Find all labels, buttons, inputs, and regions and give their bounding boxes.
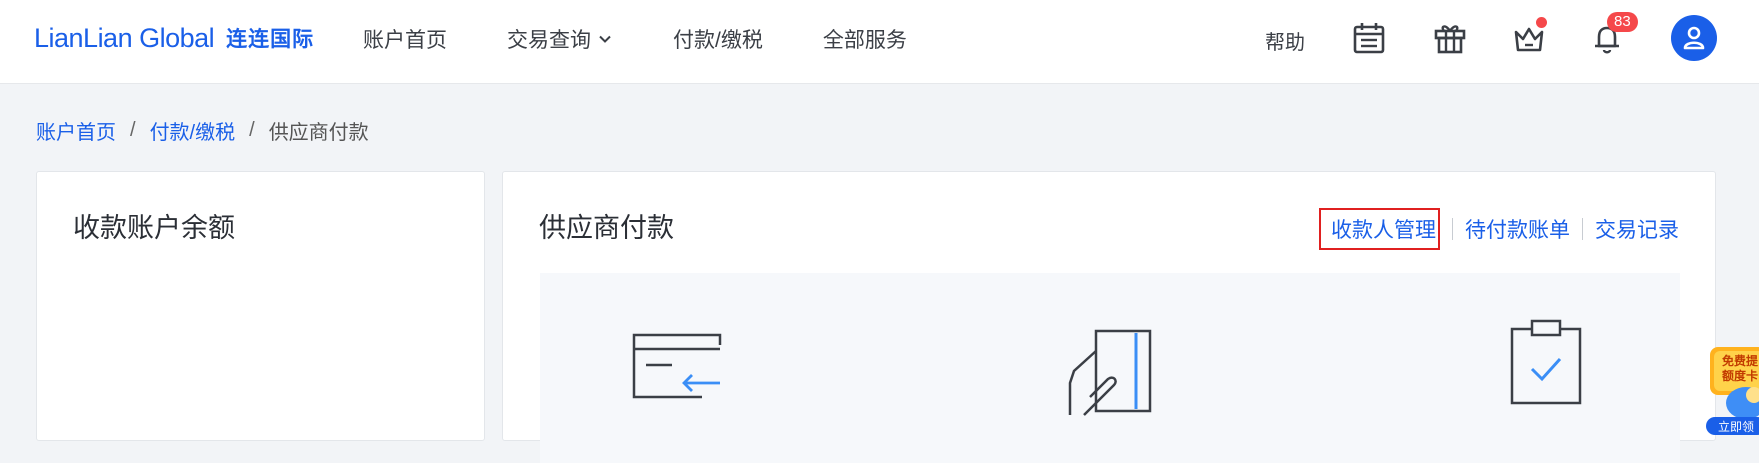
promo-line-3: 立即领 bbox=[1718, 420, 1755, 434]
main-nav: 账户首页 交易查询 付款/缴税 全部服务 bbox=[363, 22, 967, 56]
brand-name-cn: 连连国际 bbox=[226, 28, 315, 51]
promo-float-widget[interactable]: 免费提 额度卡 立即领 bbox=[1706, 345, 1759, 435]
clipboard-check-icon[interactable] bbox=[1506, 317, 1586, 407]
header-tools: 帮助 83 bbox=[1239, 0, 1759, 84]
nav-item-label: 交易查询 bbox=[507, 29, 591, 52]
top-navigation-bar: LianLian Global 连连国际 账户首页 交易查询 付款/缴税 全部服… bbox=[0, 0, 1759, 84]
payee-management-link[interactable]: 收款人管理 bbox=[1319, 208, 1440, 250]
supplier-payment-title: 供应商付款 bbox=[539, 213, 674, 243]
breadcrumb-separator: / bbox=[249, 119, 255, 141]
card-hand-icon[interactable] bbox=[1064, 327, 1156, 417]
gift-icon[interactable] bbox=[1432, 20, 1468, 56]
nav-item-payment-tax[interactable]: 付款/缴税 bbox=[673, 24, 763, 54]
nav-item-account-home[interactable]: 账户首页 bbox=[363, 24, 447, 54]
transaction-records-link[interactable]: 交易记录 bbox=[1595, 214, 1679, 244]
card-transfer-icon[interactable] bbox=[632, 331, 724, 401]
balance-card-title: 收款账户余额 bbox=[73, 213, 235, 243]
user-icon bbox=[1683, 26, 1705, 50]
user-avatar[interactable] bbox=[1671, 15, 1717, 61]
feature-panel bbox=[540, 273, 1680, 463]
crown-icon[interactable] bbox=[1511, 17, 1547, 56]
link-divider bbox=[1582, 218, 1583, 240]
chevron-down-icon bbox=[599, 35, 611, 43]
breadcrumb-current: 供应商付款 bbox=[268, 122, 369, 144]
nav-item-all-services[interactable]: 全部服务 bbox=[823, 24, 907, 54]
balance-card: 收款账户余额 bbox=[36, 171, 485, 441]
pending-bills-link[interactable]: 待付款账单 bbox=[1465, 214, 1570, 244]
promo-line-2: 额度卡 bbox=[1722, 369, 1759, 383]
nav-item-label: 账户首页 bbox=[363, 29, 447, 52]
calendar-icon[interactable] bbox=[1351, 20, 1387, 56]
brand-name-en: LianLian Global bbox=[34, 22, 215, 53]
card-quick-links: 收款人管理 待付款账单 交易记录 bbox=[1319, 208, 1679, 250]
breadcrumb-account-home[interactable]: 账户首页 bbox=[36, 116, 116, 145]
notification-dot bbox=[1536, 17, 1547, 28]
notification-count-badge: 83 bbox=[1607, 12, 1638, 32]
breadcrumb-payment-tax[interactable]: 付款/缴税 bbox=[150, 116, 236, 145]
nav-item-transaction-query[interactable]: 交易查询 bbox=[507, 24, 613, 54]
breadcrumb-separator: / bbox=[130, 119, 136, 141]
help-link[interactable]: 帮助 bbox=[1265, 26, 1305, 55]
nav-item-label: 全部服务 bbox=[822, 29, 907, 52]
nav-item-label: 付款/缴税 bbox=[673, 29, 763, 52]
bell-icon[interactable]: 83 bbox=[1589, 12, 1638, 56]
supplier-payment-card: 供应商付款 收款人管理 待付款账单 交易记录 bbox=[502, 171, 1716, 463]
brand-logo[interactable]: LianLian Global 连连国际 bbox=[34, 18, 314, 58]
breadcrumb: 账户首页 / 付款/缴税 / 供应商付款 bbox=[36, 116, 369, 145]
link-divider bbox=[1452, 218, 1453, 240]
